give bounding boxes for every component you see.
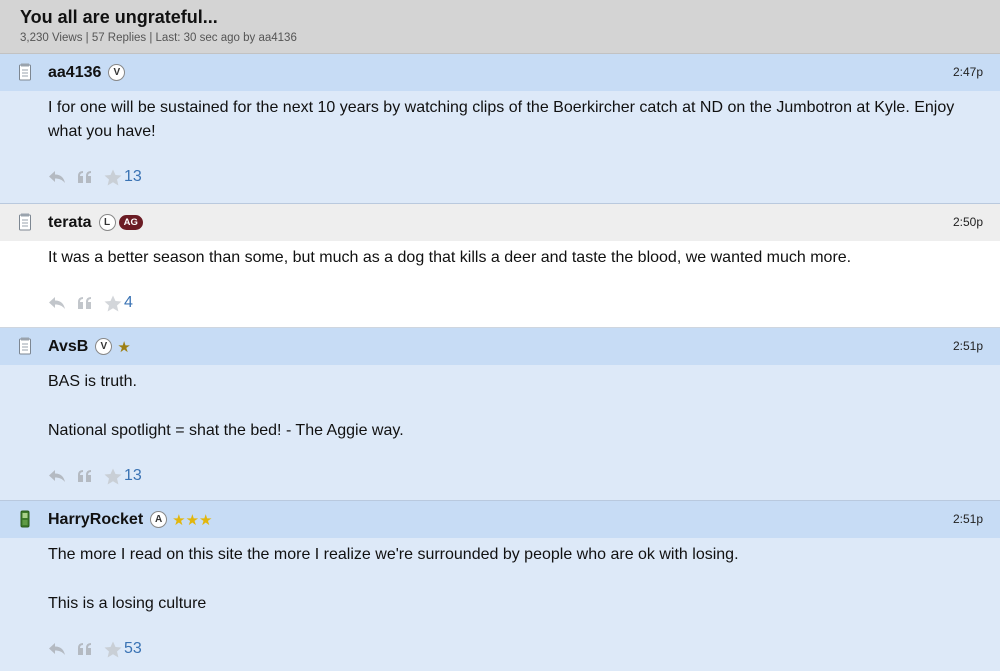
post-body: The more I read on this site the more I … [0,538,1000,616]
star-icon[interactable] [104,169,122,186]
user-stars: ★ [117,338,131,356]
user-stars: ★★★ [172,511,213,529]
post: AvsB V ★ 2:51p BAS is truth. National sp… [0,328,1000,501]
post-actions: 4 [0,291,1000,315]
post-header: terata L AG 2:50p [0,204,1000,241]
post-actions: 13 [0,464,1000,488]
post-paragraph: It was a better season than some, but mu… [48,249,852,266]
like-count[interactable]: 4 [124,294,133,312]
post: HarryRocket A ★★★ 2:51p The more I read … [0,501,1000,671]
like-count[interactable]: 13 [124,168,142,186]
thread-header: You all are ungrateful... 3,230 Views | … [0,0,1000,54]
post-body: BAS is truth. National spotlight = shat … [0,365,1000,443]
post-paragraph: This is a losing culture [48,595,207,612]
user-badge: L [98,214,116,231]
reply-icon[interactable] [48,469,66,483]
like-count[interactable]: 53 [124,640,142,658]
post-actions: 53 [0,637,1000,661]
star-icon[interactable] [104,641,122,658]
thread-meta: 3,230 Views | 57 Replies | Last: 30 sec … [20,32,297,44]
post-paragraph: The more I read on this site the more I … [48,546,739,563]
quote-icon[interactable] [77,296,93,310]
user-badge: V [108,64,126,81]
post-body: It was a better season than some, but mu… [0,241,1000,270]
ag-badge: AG [118,215,143,230]
post-paragraph: National spotlight = shat the bed! - The… [48,422,404,439]
username[interactable]: HarryRocket [48,511,143,529]
username[interactable]: AvsB [48,338,88,356]
post: terata L AG 2:50p It was a better season… [0,204,1000,328]
post-header: aa4136 V 2:47p [0,54,1000,91]
post-header: AvsB V ★ 2:51p [0,328,1000,365]
post-time: 2:51p [952,339,983,353]
thread-title: You all are ungrateful... [20,7,218,27]
quote-icon[interactable] [77,642,93,656]
post-time: 2:50p [952,215,983,229]
notepad-icon [19,337,31,355]
user-badge: V [95,338,113,355]
username[interactable]: aa4136 [48,64,101,82]
post-paragraph: I for one will be sustained for the next… [48,99,955,140]
notepad-icon [19,63,31,81]
post-time: 2:47p [952,65,983,79]
cellphone-icon [20,510,30,528]
post-header: HarryRocket A ★★★ 2:51p [0,501,1000,538]
star-icon[interactable] [104,295,122,312]
post: aa4136 V 2:47p I for one will be sustain… [0,54,1000,204]
post-paragraph: BAS is truth. [48,373,137,390]
quote-icon[interactable] [77,170,93,184]
star-icon[interactable] [104,468,122,485]
reply-icon[interactable] [48,642,66,656]
post-body: I for one will be sustained for the next… [0,91,1000,144]
post-actions: 13 [0,165,1000,189]
notepad-icon [19,213,31,231]
reply-icon[interactable] [48,296,66,310]
username[interactable]: terata [48,214,92,232]
like-count[interactable]: 13 [124,467,142,485]
reply-icon[interactable] [48,170,66,184]
post-time: 2:51p [952,512,983,526]
user-badge: A [150,511,168,528]
quote-icon[interactable] [77,469,93,483]
